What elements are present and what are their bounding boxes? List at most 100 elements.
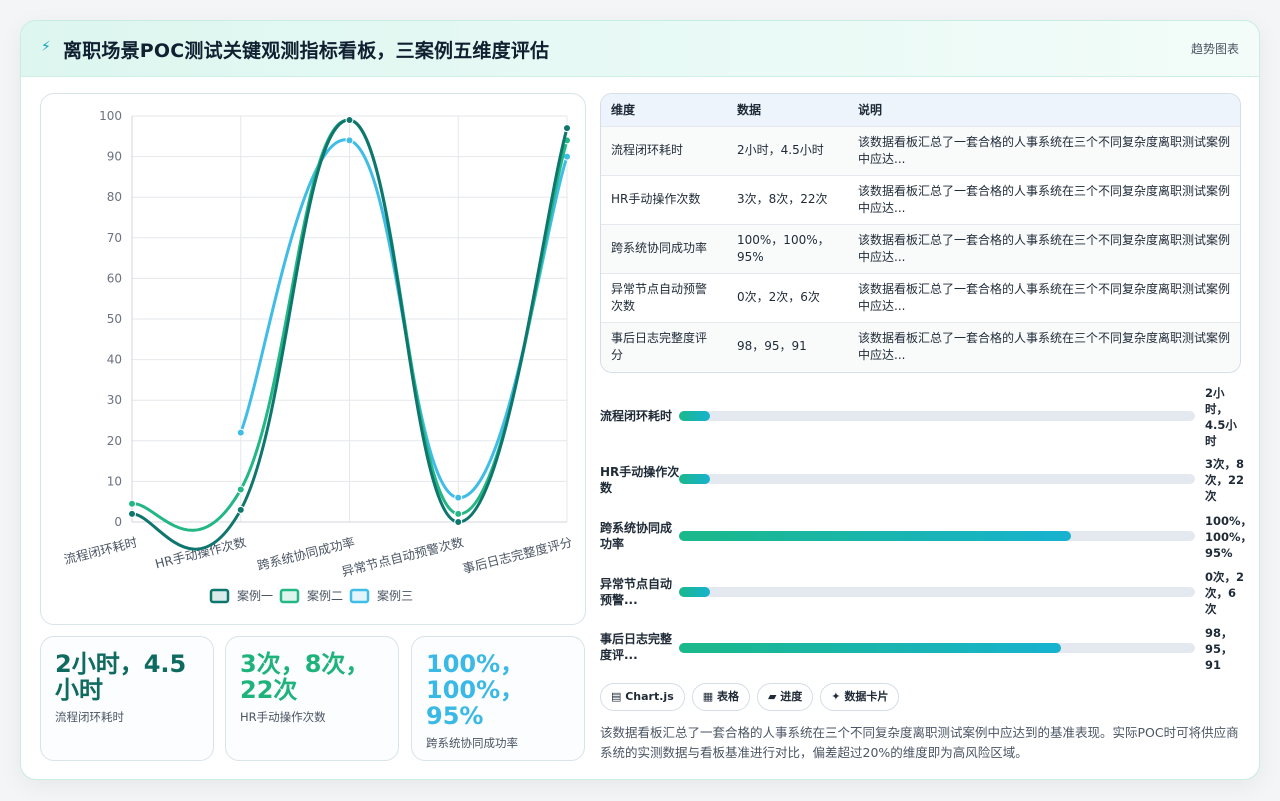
progress-row: 跨系统协同成功率 100%，100%，95% xyxy=(600,514,1259,571)
legend-label: 案例三 xyxy=(377,588,413,603)
cell-data: 98，95，91 xyxy=(737,339,807,354)
progress-value: 98，95，91 xyxy=(1205,626,1233,672)
column-header: 维度 xyxy=(611,103,636,118)
stat-label: 跨系统协同成功率 xyxy=(426,736,518,750)
progress-track xyxy=(679,474,1195,484)
stat-label: HR手动操作次数 xyxy=(240,710,326,724)
chip-chartjs[interactable]: ▤ Chart.js xyxy=(600,683,685,711)
sparkle-icon: ✦ xyxy=(831,690,845,703)
stat-card-success-rate: 100%，100%，95% 跨系统协同成功率 xyxy=(411,636,585,761)
chip-data-card[interactable]: ✦ 数据卡片 xyxy=(820,683,900,711)
table-row: HR手动操作次数 3次，8次，22次 该数据看板汇总了一套合格的人事系统在三个不… xyxy=(601,175,1240,224)
progress-label: 事后日志完整度评... xyxy=(600,632,673,662)
data-point xyxy=(563,124,571,133)
chart-icon: ▤ xyxy=(611,690,626,703)
chip-progress[interactable]: ▰ 进度 xyxy=(756,683,814,711)
progress-track xyxy=(679,643,1195,653)
column-header: 说明 xyxy=(858,103,883,118)
cell-dimension: 跨系统协同成功率 xyxy=(611,241,708,255)
data-point xyxy=(454,518,463,526)
column-header: 数据 xyxy=(737,103,762,118)
data-point xyxy=(345,116,354,125)
chip-label: 数据卡片 xyxy=(844,690,889,703)
table-row: 跨系统协同成功率 100%，100%，95% 该数据看板汇总了一套合格的人事系统… xyxy=(601,224,1240,273)
legend-label: 案例二 xyxy=(307,588,343,603)
cell-description: 该数据看板汇总了一套合格的人事系统在三个不同复杂度离职测试案例中应达... xyxy=(858,330,1231,362)
progress-label: 流程闭环耗时 xyxy=(600,409,673,423)
trend-chart-link[interactable]: 趋势图表 xyxy=(1191,40,1239,57)
dashboard-header: ⚡ 离职场景POC测试关键观测指标看板，三案例五维度评估 趋势图表 xyxy=(21,21,1259,77)
line-chart: 0102030405060708090100流程闭环耗时 HR手动操作次数 跨系统协… xyxy=(62,109,574,604)
y-tick-label: 90 xyxy=(107,150,122,164)
cell-data: 2小时，4.5小时 xyxy=(737,143,824,157)
progress-fill xyxy=(679,531,1072,541)
data-point xyxy=(345,136,354,145)
data-point xyxy=(454,493,463,502)
y-tick-label: 100 xyxy=(99,109,122,123)
data-point xyxy=(236,505,245,514)
metrics-table: 维度 数据 说明 流程闭环耗时 2小时，4.5小时 该数据看板汇总了一套合格的人… xyxy=(600,93,1241,373)
legend-swatch xyxy=(279,588,300,604)
cell-description: 该数据看板汇总了一套合格的人事系统在三个不同复杂度离职测试案例中应达... xyxy=(858,183,1231,215)
data-point xyxy=(454,509,463,518)
progress-fill xyxy=(679,411,710,421)
y-tick-label: 10 xyxy=(107,474,122,488)
progress-fill xyxy=(679,587,710,597)
table-row: 流程闭环耗时 2小时，4.5小时 该数据看板汇总了一套合格的人事系统在三个不同复… xyxy=(601,126,1240,175)
progress-track xyxy=(679,411,1195,421)
legend-label: 案例一 xyxy=(237,588,273,603)
progress-icon: ▰ xyxy=(767,690,781,703)
progress-value: 2小时，4.5小时 xyxy=(1205,386,1237,448)
summary-text: 该数据看板汇总了一套合格的人事系统在三个不同复杂度离职测试案例中应达到的基准表现… xyxy=(600,725,1239,760)
progress-label: 异常节点自动预警... xyxy=(600,577,673,607)
stat-card-hr-ops: 3次，8次，22次 HR手动操作次数 xyxy=(225,636,399,761)
x-tick-label: 异常节点自动预警次数 xyxy=(340,534,465,579)
cell-dimension: 流程闭环耗时 xyxy=(611,143,684,157)
cell-dimension: 事后日志完整度评分 xyxy=(611,330,708,362)
progress-track xyxy=(679,587,1195,597)
chip-table[interactable]: ▦ 表格 xyxy=(691,683,750,711)
y-tick-label: 60 xyxy=(107,271,122,285)
stat-label: 流程闭环耗时 xyxy=(55,710,124,724)
cell-description: 该数据看板汇总了一套合格的人事系统在三个不同复杂度离职测试案例中应达... xyxy=(858,232,1231,264)
x-tick-label: 流程闭环耗时 xyxy=(62,534,139,567)
y-tick-label: 70 xyxy=(107,231,122,245)
progress-track xyxy=(679,531,1195,541)
progress-fill xyxy=(679,643,1061,653)
progress-row: 异常节点自动预警... 0次，2次，6次 xyxy=(600,570,1259,631)
cell-data: 0次，2次，6次 xyxy=(737,290,820,304)
data-point xyxy=(236,428,245,437)
progress-fill xyxy=(679,474,710,484)
data-point xyxy=(236,485,245,494)
progress-label: HR手动操作次数 xyxy=(600,465,680,495)
progress-value: 0次，2次，6次 xyxy=(1205,570,1245,616)
dashboard-card: ⚡ 离职场景POC测试关键观测指标看板，三案例五维度评估 趋势图表 0 10 20 3… xyxy=(20,20,1260,780)
chip-label: Chart.js xyxy=(625,690,674,703)
y-tick-label: 20 xyxy=(107,434,122,448)
table-header-row: 维度 数据 说明 xyxy=(601,94,1240,126)
legend-swatch xyxy=(209,588,230,604)
cell-description: 该数据看板汇总了一套合格的人事系统在三个不同复杂度离职测试案例中应达... xyxy=(858,134,1231,166)
table-icon: ▦ xyxy=(702,690,717,703)
line-chart-panel: 0 10 20 30 40 50 60 70 80 90 100 流程闭环耗时 HR手动操作次数 跨系统协… xyxy=(40,93,586,625)
y-tick-label: 0 xyxy=(114,515,122,529)
y-tick-label: 40 xyxy=(107,353,122,367)
y-tick-label: 80 xyxy=(107,190,122,204)
y-tick-label: 30 xyxy=(107,393,122,407)
data-point xyxy=(128,499,136,508)
x-tick-label: 事后日志完整度评分 xyxy=(461,534,574,576)
view-chips: ▤ Chart.js ▦ 表格 ▰ 进度 ✦ 数据卡片 xyxy=(600,683,906,711)
stat-card-closure-time: 2小时，4.5小时 流程闭环耗时 xyxy=(40,636,214,761)
chip-label: 表格 xyxy=(716,690,739,703)
cell-dimension: HR手动操作次数 xyxy=(611,192,701,206)
progress-row: 流程闭环耗时 2小时，4.5小时 xyxy=(600,386,1259,449)
stat-value: 100%，100%，95% xyxy=(426,650,525,730)
page-title: 离职场景POC测试关键观测指标看板，三案例五维度评估 xyxy=(63,40,550,62)
progress-row: HR手动操作次数 3次，8次，22次 xyxy=(600,453,1259,509)
bolt-icon: ⚡ xyxy=(41,39,51,55)
stat-value: 3次，8次，22次 xyxy=(240,650,370,704)
progress-value: 100%，100%，95% xyxy=(1205,514,1253,560)
cell-description: 该数据看板汇总了一套合格的人事系统在三个不同复杂度离职测试案例中应达... xyxy=(858,281,1231,313)
progress-row: 事后日志完整度评... 98，95，91 xyxy=(600,626,1259,687)
table-row: 事后日志完整度评分 98，95，91 该数据看板汇总了一套合格的人事系统在三个不… xyxy=(601,322,1240,371)
